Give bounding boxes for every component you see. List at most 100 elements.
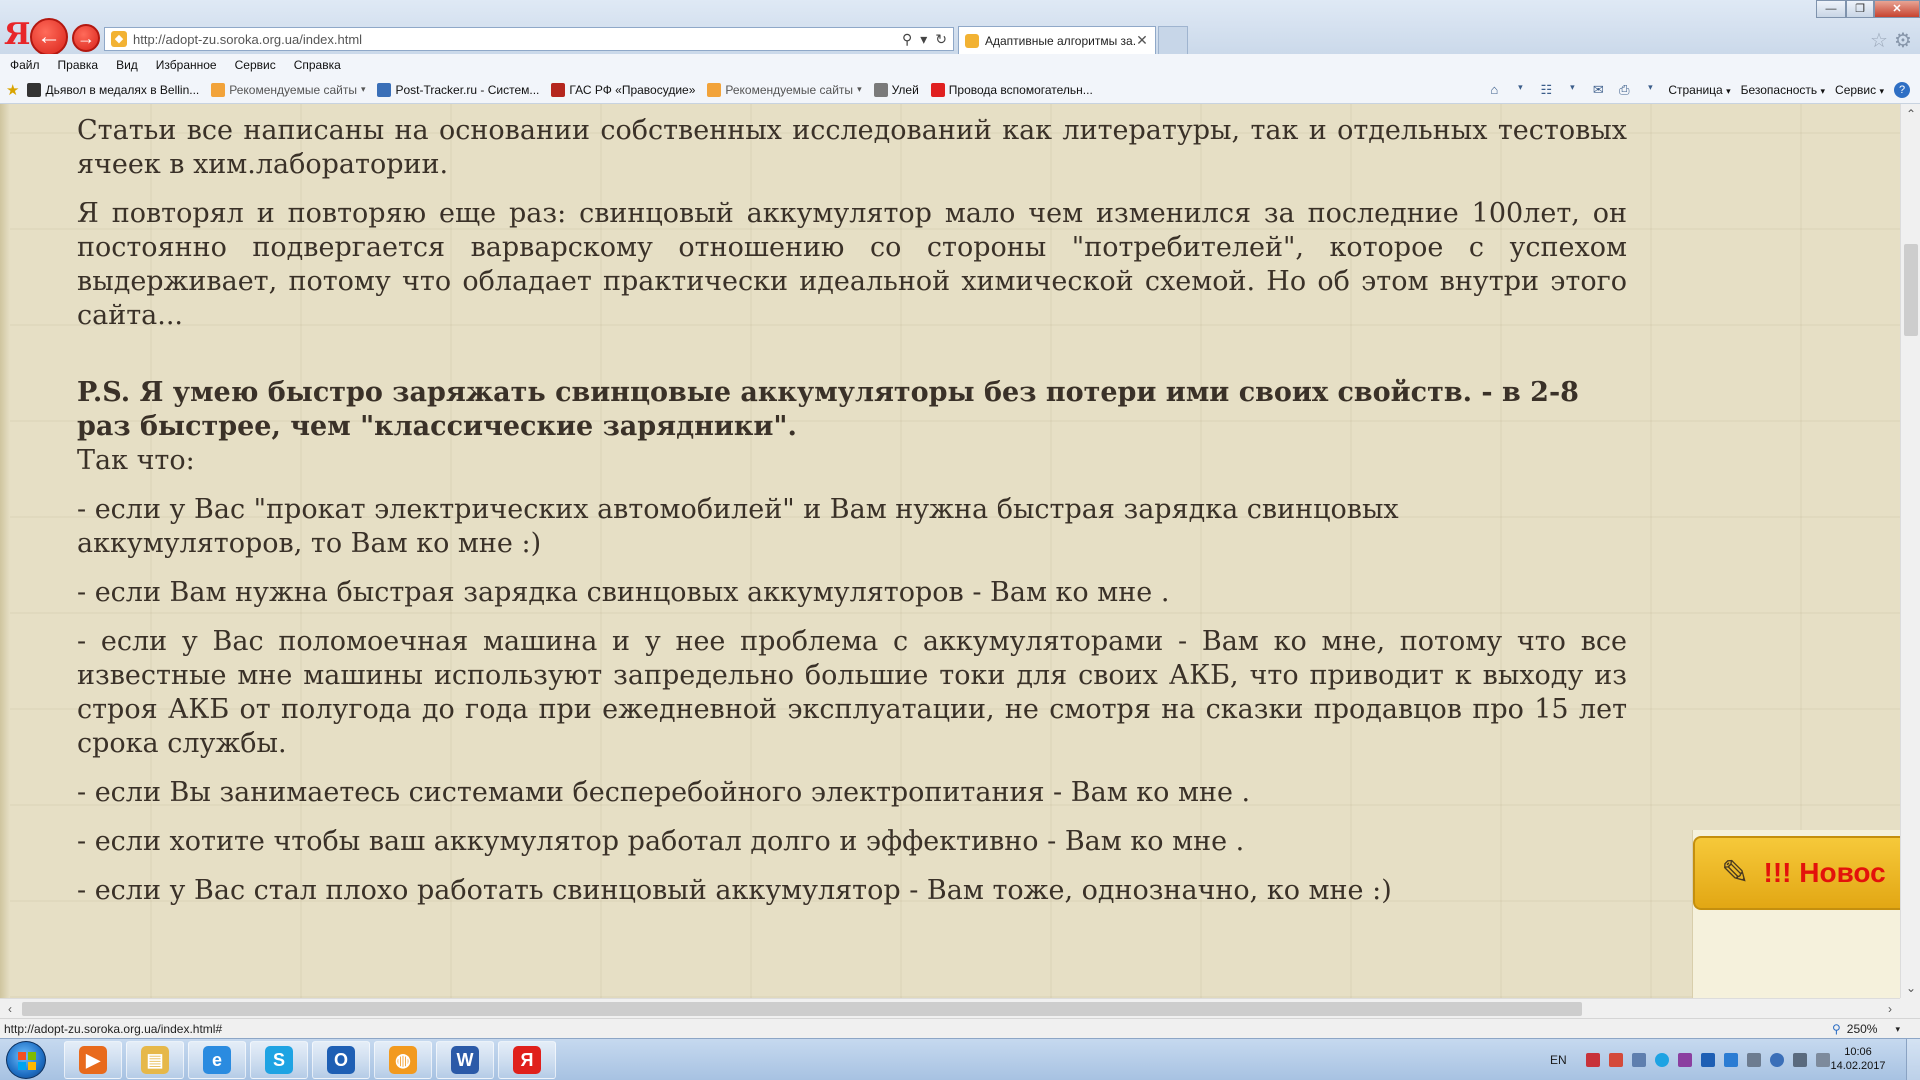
favorite-link[interactable]: Рекомендуемые сайты ▾ bbox=[707, 82, 862, 97]
favorite-site-icon bbox=[551, 82, 566, 97]
favorite-link[interactable]: Дьявол в медалях в Bellin... bbox=[27, 82, 199, 97]
taskbar-yandex-browser-button[interactable]: Я bbox=[498, 1041, 556, 1079]
pencil-icon: ✎ bbox=[1721, 854, 1750, 892]
page-menu[interactable]: Страница ▾ bbox=[1668, 83, 1730, 97]
clock-date: 14.02.2017 bbox=[1830, 1060, 1886, 1072]
zoom-icon: ⚲ bbox=[1831, 1022, 1841, 1036]
tray-skype-icon[interactable] bbox=[1654, 1053, 1669, 1067]
favorite-link[interactable]: Post-Tracker.ru - Систем... bbox=[377, 82, 540, 97]
news-button[interactable]: ✎ !!! Новос bbox=[1693, 836, 1900, 910]
tab-active[interactable]: Адаптивные алгоритмы за... ✕ bbox=[958, 26, 1156, 54]
address-bar[interactable]: ◆ http://adopt-zu.soroka.org.ua/index.ht… bbox=[104, 27, 954, 51]
horizontal-scrollbar[interactable]: ‹ › bbox=[0, 998, 1900, 1018]
safety-menu[interactable]: Безопасность ▾ bbox=[1741, 83, 1825, 97]
taskbar-word-button[interactable]: W bbox=[436, 1041, 494, 1079]
maximize-button[interactable]: ❐ bbox=[1846, 0, 1874, 18]
menu-file[interactable]: Файл bbox=[10, 58, 40, 72]
favorite-label: Улей bbox=[891, 82, 919, 97]
minimize-button[interactable]: — bbox=[1816, 0, 1846, 18]
rss-feed-icon[interactable]: ☷ bbox=[1538, 82, 1554, 98]
taskbar-skype-button[interactable]: S bbox=[250, 1041, 308, 1079]
arrow-left-icon: ← bbox=[37, 23, 61, 50]
windows-logo-icon bbox=[18, 1052, 36, 1070]
close-window-button[interactable]: ✕ bbox=[1874, 0, 1920, 18]
site-favicon-icon: ◆ bbox=[111, 31, 127, 47]
tray-volume-icon[interactable] bbox=[1746, 1053, 1761, 1067]
mail-icon[interactable]: ✉ bbox=[1590, 82, 1606, 98]
service-menu[interactable]: Сервис ▾ bbox=[1835, 83, 1884, 97]
clock[interactable]: 10:06 14.02.2017 bbox=[1818, 1045, 1898, 1073]
taskbar: ▶ ▤ e S O ◍ W Я EN 10:06 14.02.2017 bbox=[0, 1038, 1920, 1080]
scroll-right-icon[interactable]: › bbox=[1880, 999, 1900, 1019]
tray-mail-icon[interactable] bbox=[1608, 1053, 1623, 1067]
tray-outlook-icon[interactable] bbox=[1700, 1053, 1715, 1067]
taskbar-media-player-button[interactable]: ▶ bbox=[64, 1041, 122, 1079]
vertical-scrollbar[interactable]: ⌃ ⌄ bbox=[1900, 104, 1920, 998]
start-button[interactable] bbox=[6, 1041, 46, 1079]
back-button[interactable]: ← bbox=[30, 18, 68, 56]
menu-tools[interactable]: Сервис bbox=[235, 58, 276, 72]
print-icon[interactable]: ⎙ bbox=[1616, 82, 1632, 98]
taskbar-file-explorer-button[interactable]: ▤ bbox=[126, 1041, 184, 1079]
menu-edit[interactable]: Правка bbox=[58, 58, 99, 72]
menu-help[interactable]: Справка bbox=[294, 58, 341, 72]
favorite-link[interactable]: Провода вспомогательн... bbox=[930, 82, 1093, 97]
scroll-corner bbox=[1900, 998, 1920, 1018]
favorite-label: Рекомендуемые сайты bbox=[229, 82, 357, 97]
horizontal-scroll-thumb[interactable] bbox=[22, 1002, 1582, 1016]
favorite-label: Post-Tracker.ru - Систем... bbox=[395, 82, 540, 97]
tray-app-icon[interactable] bbox=[1723, 1053, 1738, 1067]
dropdown-arrow-icon[interactable]: ▾ bbox=[361, 84, 366, 95]
home-icon[interactable]: ⌂ bbox=[1486, 82, 1502, 98]
dropdown-arrow-icon[interactable]: ▾ bbox=[857, 84, 862, 95]
internet-explorer-icon: e bbox=[203, 1046, 231, 1074]
tray-app-icon[interactable] bbox=[1769, 1053, 1784, 1067]
show-desktop-button[interactable] bbox=[1906, 1039, 1920, 1080]
favorite-link[interactable]: ГАС РФ «Правосудие» bbox=[551, 82, 695, 97]
search-icon[interactable]: ⚲ bbox=[902, 31, 912, 48]
favorites-star-icon[interactable]: ☆ bbox=[1870, 28, 1888, 53]
favorite-link[interactable]: Рекомендуемые сайты ▾ bbox=[211, 82, 366, 97]
news-label: !!! Новос bbox=[1763, 857, 1886, 888]
favorite-site-icon bbox=[377, 82, 392, 97]
tray-network-icon[interactable] bbox=[1792, 1053, 1807, 1067]
menu-view[interactable]: Вид bbox=[116, 58, 138, 72]
ps-heading: P.S. Я умею быстро заряжать свинцовые ак… bbox=[77, 377, 1579, 442]
scroll-down-icon[interactable]: ⌄ bbox=[1901, 978, 1920, 998]
list-item: - если у Вас поломоечная машина и у нее … bbox=[77, 626, 1627, 759]
taskbar-chat-app-button[interactable]: ◍ bbox=[374, 1041, 432, 1079]
article-text: Статьи все написаны на основании собстве… bbox=[77, 114, 1627, 923]
refresh-icon[interactable]: ↻ bbox=[935, 31, 947, 48]
dropdown-arrow-icon[interactable]: ▾ bbox=[1642, 82, 1658, 98]
list-item: - если Вам нужна быстрая зарядка свинцов… bbox=[77, 577, 1170, 608]
vertical-scroll-thumb[interactable] bbox=[1904, 244, 1918, 336]
menu-favorites[interactable]: Избранное bbox=[156, 58, 217, 72]
forward-button[interactable]: → bbox=[72, 24, 100, 52]
new-tab-button[interactable] bbox=[1158, 26, 1188, 54]
language-indicator[interactable]: EN bbox=[1550, 1053, 1567, 1067]
scroll-left-icon[interactable]: ‹ bbox=[0, 999, 20, 1019]
tray-onenote-icon[interactable] bbox=[1677, 1053, 1692, 1067]
bullet-list: - если у Вас "прокат электрических автом… bbox=[77, 493, 1627, 908]
scroll-up-icon[interactable]: ⌃ bbox=[1901, 104, 1920, 124]
favorite-site-icon bbox=[930, 82, 945, 97]
zoom-control[interactable]: ⚲ 250% ▾ bbox=[1832, 1022, 1900, 1036]
add-favorite-star-icon[interactable]: ★ bbox=[6, 81, 19, 99]
tab-title: Адаптивные алгоритмы за... bbox=[985, 33, 1135, 48]
gear-icon[interactable]: ⚙ bbox=[1894, 28, 1912, 53]
news-widget: ✎ !!! Новос bbox=[1692, 830, 1900, 998]
tray-app-icon[interactable] bbox=[1631, 1053, 1646, 1067]
tab-close-icon[interactable]: ✕ bbox=[1135, 32, 1149, 49]
address-url[interactable]: http://adopt-zu.soroka.org.ua/index.html bbox=[133, 32, 902, 47]
tray-app-icon[interactable] bbox=[1585, 1053, 1600, 1067]
favorite-link[interactable]: Улей bbox=[873, 82, 919, 97]
help-icon[interactable]: ? bbox=[1894, 82, 1910, 98]
taskbar-internet-explorer-button[interactable]: e bbox=[188, 1041, 246, 1079]
dropdown-arrow-icon[interactable]: ▾ bbox=[1895, 1024, 1900, 1035]
taskbar-outlook-button[interactable]: O bbox=[312, 1041, 370, 1079]
dropdown-arrow-icon[interactable]: ▾ bbox=[920, 31, 927, 48]
word-icon: W bbox=[451, 1046, 479, 1074]
chat-app-icon: ◍ bbox=[389, 1046, 417, 1074]
dropdown-arrow-icon[interactable]: ▾ bbox=[1564, 82, 1580, 98]
dropdown-arrow-icon[interactable]: ▾ bbox=[1512, 82, 1528, 98]
